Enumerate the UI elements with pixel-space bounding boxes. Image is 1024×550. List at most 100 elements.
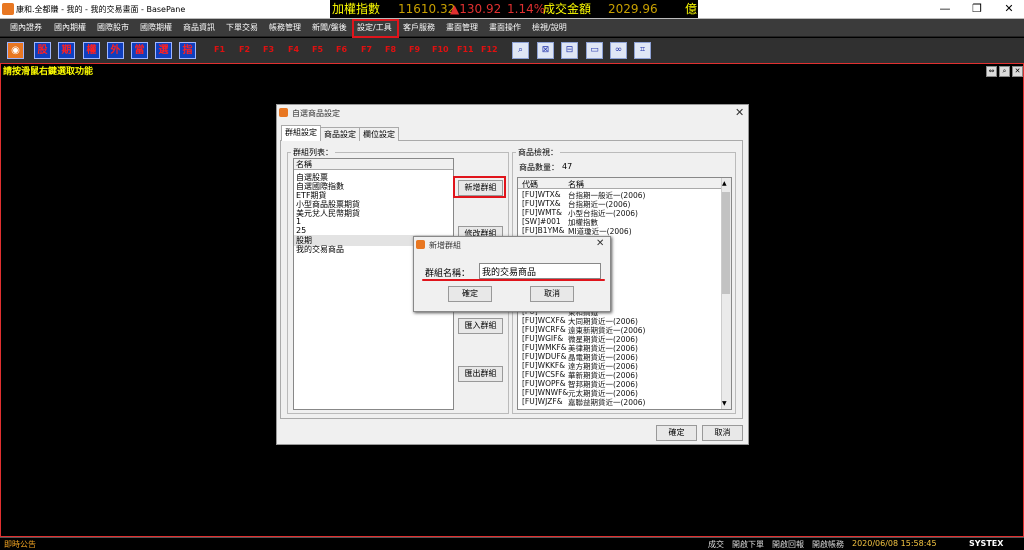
f7-button[interactable]: F7 (361, 45, 372, 54)
f1-button[interactable]: F1 (214, 45, 225, 54)
product-code-cell[interactable]: [FU]WTX& (522, 190, 561, 199)
menu-highlight-box (352, 19, 399, 38)
export-group-button[interactable]: 匯出群組 (458, 366, 503, 382)
menu-domestic-futures[interactable]: 國內期權 (54, 22, 86, 33)
product-code-cell[interactable]: [FU]WTX& (522, 199, 561, 208)
product-code-cell[interactable]: [SW]#001 (522, 217, 561, 226)
list-item[interactable]: 1 (296, 217, 301, 226)
split-icon[interactable]: ⊟ (561, 42, 578, 59)
menu-domestic-securities[interactable]: 國內證券 (10, 22, 42, 33)
status-open-account[interactable]: 開啟帳務 (812, 539, 844, 550)
subdialog-ok-button[interactable]: 確定 (448, 286, 492, 302)
f2-button[interactable]: F2 (239, 45, 250, 54)
restore-button[interactable]: ❐ (962, 0, 992, 18)
f5-button[interactable]: F5 (312, 45, 323, 54)
product-count: 47 (562, 162, 573, 171)
product-code-cell[interactable]: [FU]WCSF& (522, 370, 565, 379)
minimize-button[interactable]: — (930, 0, 960, 18)
product-name-cell[interactable]: 嘉聯益期貨近一(2006) (568, 397, 645, 408)
list-item[interactable]: 我的交易商品 (296, 244, 344, 255)
group-list-label: 群組列表： (291, 147, 335, 158)
product-code-cell[interactable]: [FU]WMT& (522, 208, 562, 217)
f10-button[interactable]: F10 (432, 45, 449, 54)
close-window-button[interactable]: ✕ (994, 0, 1024, 18)
scroll-up-icon[interactable]: ▲ (722, 180, 727, 187)
product-code-cell[interactable]: [FU]WGIF& (522, 334, 563, 343)
quick-stock-button[interactable]: 股 (34, 42, 51, 59)
product-code-cell[interactable]: [FU]WJZF& (522, 397, 563, 406)
f9-button[interactable]: F9 (409, 45, 420, 54)
menu-product-info[interactable]: 商品資訊 (183, 22, 215, 33)
quick-futures-button[interactable]: 期 (58, 42, 75, 59)
search-icon[interactable]: ⌕ (512, 42, 529, 59)
subdialog-cancel-button[interactable]: 取消 (530, 286, 574, 302)
product-code-cell[interactable]: [FU]WNWF& (522, 388, 568, 397)
quick-select-button[interactable]: 選 (155, 42, 172, 59)
menu-intl-stocks[interactable]: 國際股市 (97, 22, 129, 33)
quick-daytrade-button[interactable]: 當 (131, 42, 148, 59)
product-code-cell[interactable]: [FU]WOPF& (522, 379, 566, 388)
app-logo-icon (2, 3, 14, 15)
dialog-logo-icon (279, 108, 288, 117)
status-open-order[interactable]: 開啟下單 (732, 539, 764, 550)
subdialog-close-icon[interactable]: ✕ (596, 238, 604, 249)
menu-news[interactable]: 新聞/盤後 (312, 22, 347, 33)
subdialog-title: 新增群組 (429, 241, 461, 250)
quick-foreign-button[interactable]: 外 (107, 42, 124, 59)
pane-search-icon[interactable]: ⌕ (999, 66, 1010, 77)
product-code-cell[interactable]: [FU]WDUF& (522, 352, 567, 361)
index-change-pct: 1.14% (507, 2, 546, 16)
pane-close-icon[interactable]: ✕ (1012, 66, 1023, 77)
scroll-down-icon[interactable]: ▼ (722, 400, 727, 407)
volume-unit: 億 (685, 2, 698, 16)
status-trade[interactable]: 成交 (708, 539, 724, 550)
ok-button[interactable]: 確定 (656, 425, 697, 441)
menu-account[interactable]: 帳務管理 (269, 22, 301, 33)
group-name-input[interactable] (479, 263, 601, 279)
subdialog-logo-icon (416, 240, 425, 249)
tab-group-settings[interactable]: 群組設定 (281, 125, 321, 141)
f3-button[interactable]: F3 (263, 45, 274, 54)
cancel-button[interactable]: 取消 (702, 425, 743, 441)
f6-button[interactable]: F6 (336, 45, 347, 54)
import-group-button[interactable]: 匯入群組 (458, 318, 503, 334)
pane-hint: 請按滑鼠右鍵選取功能 (3, 67, 94, 77)
status-open-report[interactable]: 開啟回報 (772, 539, 804, 550)
announcement-link[interactable]: 即時公告 (4, 539, 36, 550)
product-view-label: 商品檢視： (516, 147, 560, 158)
f11-button[interactable]: F11 (457, 45, 474, 54)
home-icon[interactable]: ◉ (7, 42, 24, 59)
list-item[interactable]: 25 (296, 226, 306, 235)
status-datetime: 2020/06/08 15:58:45 (852, 539, 937, 548)
menu-screen-operate[interactable]: 畫面操作 (489, 22, 521, 33)
crop-icon[interactable]: ⌗ (634, 42, 651, 59)
menu-bar: 國內證券 國內期權 國際股市 國際期權 商品資訊 下單交易 帳務管理 新聞/盤後… (0, 19, 1024, 37)
menu-view-help[interactable]: 檢視/說明 (532, 22, 567, 33)
scrollbar-thumb[interactable] (722, 192, 730, 294)
link-icon[interactable]: ∞ (610, 42, 627, 59)
f4-button[interactable]: F4 (288, 45, 299, 54)
quick-index-button[interactable]: 指 (179, 42, 196, 59)
tab-product-settings[interactable]: 商品設定 (320, 127, 360, 141)
group-list-header: 名稱 (294, 159, 453, 170)
input-highlight-underline (422, 279, 605, 281)
product-code-cell[interactable]: [FU]B1YM& (522, 226, 564, 235)
tab-column-settings[interactable]: 欄位設定 (359, 127, 399, 141)
menu-order[interactable]: 下單交易 (226, 22, 258, 33)
menu-screen-manage[interactable]: 畫面管理 (446, 22, 478, 33)
product-code-cell[interactable]: [FU]WCRF& (522, 325, 566, 334)
dialog-close-icon[interactable]: ✕ (735, 106, 744, 119)
list-item[interactable]: 美元兌人民幣期貨 (296, 208, 360, 219)
window-close-icon[interactable]: ⊠ (537, 42, 554, 59)
f8-button[interactable]: F8 (385, 45, 396, 54)
pane-swap-icon[interactable]: ⇔ (986, 66, 997, 77)
layout-icon[interactable]: ▭ (586, 42, 603, 59)
product-code-cell[interactable]: [FU]WCXF& (522, 316, 566, 325)
menu-intl-futures[interactable]: 國際期權 (140, 22, 172, 33)
product-code-cell[interactable]: [FU]WKKF& (522, 361, 565, 370)
f12-button[interactable]: F12 (481, 45, 498, 54)
index-value: 11610.32 (398, 2, 456, 16)
product-code-cell[interactable]: [FU]WMKF& (522, 343, 567, 352)
menu-customer-service[interactable]: 客戶服務 (403, 22, 435, 33)
quick-warrant-button[interactable]: 權 (83, 42, 100, 59)
